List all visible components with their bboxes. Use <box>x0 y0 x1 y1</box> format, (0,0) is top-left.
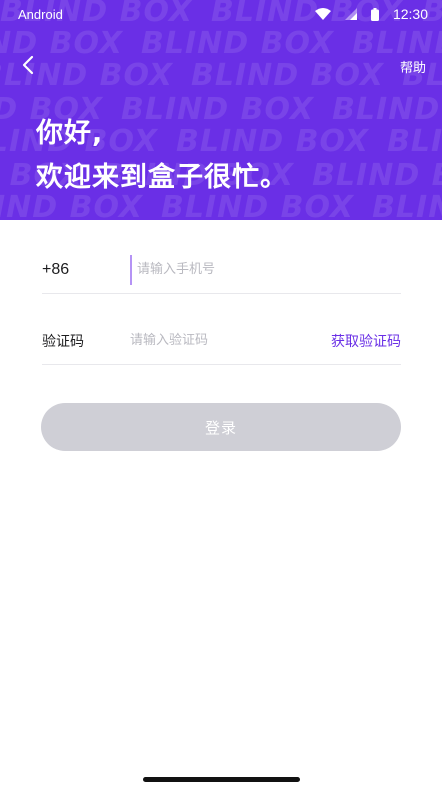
pattern-word: BLIND BOX <box>141 26 335 61</box>
phone-input[interactable] <box>130 254 401 285</box>
help-link[interactable]: 帮助 <box>400 57 426 76</box>
battery-icon <box>370 7 379 21</box>
status-icons: 12:30 <box>314 6 428 22</box>
greeting-line-2: 欢迎来到盒子很忙。 <box>36 162 288 193</box>
pattern-row: BLIND BOXBLIND BOXBLIND BOXBLIND BOX <box>0 58 442 93</box>
status-bar: Android 12:30 <box>0 0 442 28</box>
status-time: 12:30 <box>392 6 428 22</box>
pattern-row: BLIND BOXBLIND BOXBLIND BOXBLIND BOX <box>0 26 442 61</box>
status-os-label: Android <box>18 6 63 22</box>
greeting-line-1: 你好, <box>36 118 104 149</box>
verification-row: 验证码 获取验证码 <box>42 317 401 365</box>
greeting-title: 你好, 欢迎来到盒子很忙。 <box>36 112 288 200</box>
login-button[interactable]: 登录 <box>41 403 401 451</box>
country-code[interactable]: +86 <box>42 261 130 279</box>
phone-row: +86 <box>42 246 401 294</box>
wifi-icon <box>314 8 331 20</box>
chevron-left-icon <box>22 55 34 75</box>
pattern-word: BLIND BOX <box>372 190 442 220</box>
pattern-word: BLIND BOX <box>352 26 442 61</box>
login-screen: BLIND BOXBLIND BOXBLIND BOXBLIND BOXBLIN… <box>0 0 442 792</box>
pattern-word: BLIND BOX <box>191 58 385 93</box>
verification-code-input[interactable] <box>130 325 331 356</box>
verification-code-label: 验证码 <box>42 333 84 350</box>
home-indicator[interactable] <box>143 777 300 782</box>
header-banner: BLIND BOXBLIND BOXBLIND BOXBLIND BOXBLIN… <box>0 0 442 220</box>
back-button[interactable] <box>16 52 42 78</box>
get-code-button[interactable]: 获取验证码 <box>331 331 401 351</box>
signal-icon <box>344 8 357 20</box>
pattern-word: BLIND BOX <box>387 124 442 159</box>
pattern-word: BLIND BOX <box>312 158 442 193</box>
pattern-word: BLIND BOX <box>332 92 442 127</box>
